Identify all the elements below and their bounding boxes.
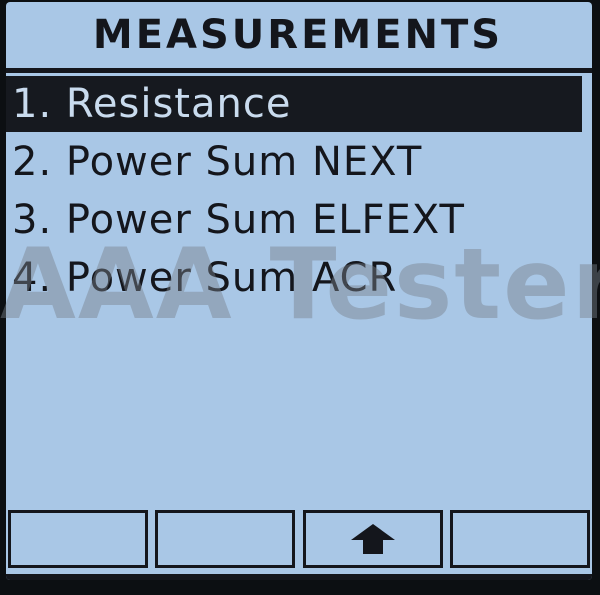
title-bar: MEASUREMENTS bbox=[6, 2, 592, 68]
arrow-up-icon bbox=[350, 524, 395, 554]
softkey-bar bbox=[6, 510, 592, 572]
page-title: MEASUREMENTS bbox=[92, 12, 504, 58]
lcd-screen: MEASUREMENTS 1. Resistance 2. Power Sum … bbox=[6, 2, 592, 580]
title-divider bbox=[6, 68, 592, 73]
menu-item-power-sum-acr[interactable]: 4. Power Sum ACR bbox=[6, 250, 592, 306]
bottom-divider bbox=[6, 574, 592, 580]
menu-item-power-sum-next[interactable]: 2. Power Sum NEXT bbox=[6, 134, 592, 190]
softkey-4[interactable] bbox=[449, 510, 590, 568]
menu-item-power-sum-elfext[interactable]: 3. Power Sum ELFEXT bbox=[6, 192, 592, 248]
menu-item-resistance[interactable]: 1. Resistance bbox=[6, 76, 582, 132]
softkey-1[interactable] bbox=[8, 510, 148, 568]
softkey-2[interactable] bbox=[155, 510, 296, 568]
device-bezel: MEASUREMENTS 1. Resistance 2. Power Sum … bbox=[0, 0, 600, 595]
measurements-menu: 1. Resistance 2. Power Sum NEXT 3. Power… bbox=[6, 76, 592, 308]
softkey-up[interactable] bbox=[302, 510, 443, 568]
